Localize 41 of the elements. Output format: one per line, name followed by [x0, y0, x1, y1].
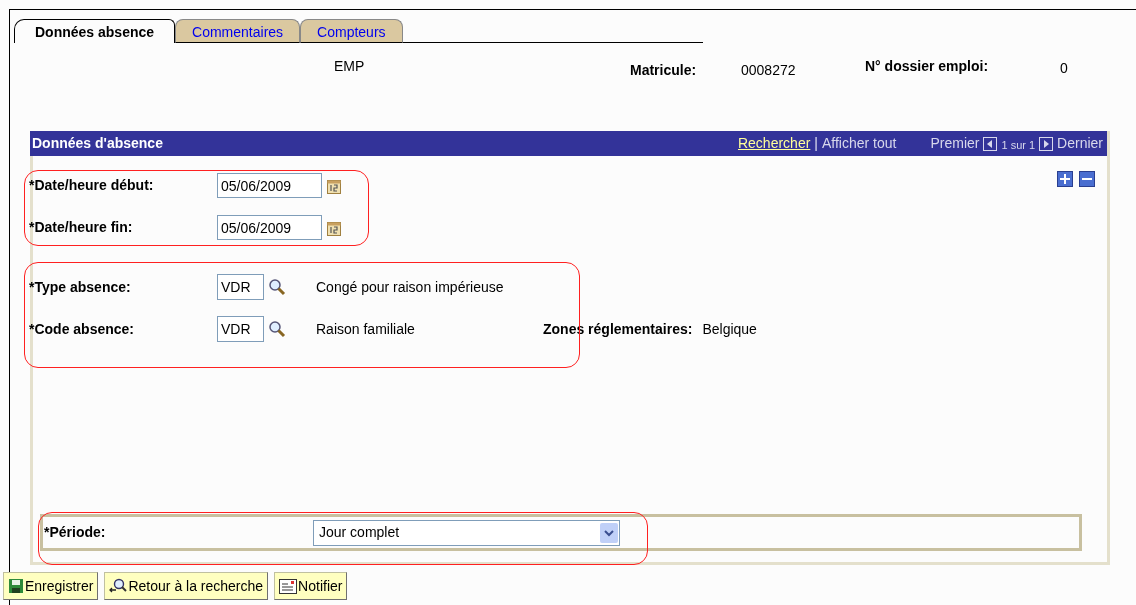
field-label: N° dossier emploi: [865, 57, 989, 76]
show-all-link[interactable]: Afficher tout [822, 133, 897, 154]
search-icon[interactable] [268, 320, 286, 338]
tab[interactable]: Données absence [14, 19, 176, 43]
description-text: Congé pour raison impérieuse [316, 277, 505, 297]
employee-name: EMP [334, 57, 365, 76]
search-icon [109, 578, 128, 594]
search-icon[interactable] [268, 278, 286, 296]
description-text: Raison familiale [316, 319, 416, 339]
separator: | [814, 134, 818, 153]
period-dropdown[interactable]: Jour complet [313, 519, 620, 546]
date-field[interactable]: 05/06/2009 [217, 215, 322, 240]
field-value: 0 [1060, 59, 1068, 78]
calendar-icon[interactable] [327, 177, 341, 194]
save-button[interactable]: Enregistrer [3, 572, 99, 600]
field-label: *Période: [43, 523, 107, 542]
notify-button[interactable]: Notifier [274, 572, 348, 600]
code-field[interactable]: VDR [217, 316, 264, 342]
field-label: Matricule: [630, 61, 697, 80]
first-link[interactable]: Premier [930, 133, 980, 154]
field-value: 0008272 [741, 61, 796, 80]
field-label: *Date/heure fin: [29, 218, 134, 237]
search-button[interactable]: Retour à la recherche [104, 572, 269, 600]
last-link[interactable]: Dernier [1057, 133, 1103, 154]
field-label: *Code absence: [29, 319, 136, 339]
date-field[interactable]: 05/06/2009 [217, 173, 322, 198]
previous-icon[interactable] [983, 136, 998, 151]
tab[interactable]: Compteurs [300, 19, 403, 43]
field-label: *Date/heure début: [29, 176, 155, 195]
page-position: 1 sur 1 [1001, 137, 1036, 153]
search-link[interactable]: Rechercher [737, 133, 811, 154]
tab[interactable]: Commentaires [175, 19, 301, 43]
notification-icon [279, 578, 298, 594]
panel-title: Données d'absence [32, 134, 163, 153]
next-icon[interactable] [1039, 136, 1054, 151]
field-label: *Type absence: [29, 277, 132, 297]
code-field[interactable]: VDR [217, 274, 264, 300]
delete-row-icon[interactable] [1079, 171, 1095, 187]
calendar-icon[interactable] [327, 219, 341, 236]
field-value: Belgique [702, 319, 757, 339]
add-row-icon[interactable] [1057, 171, 1073, 187]
